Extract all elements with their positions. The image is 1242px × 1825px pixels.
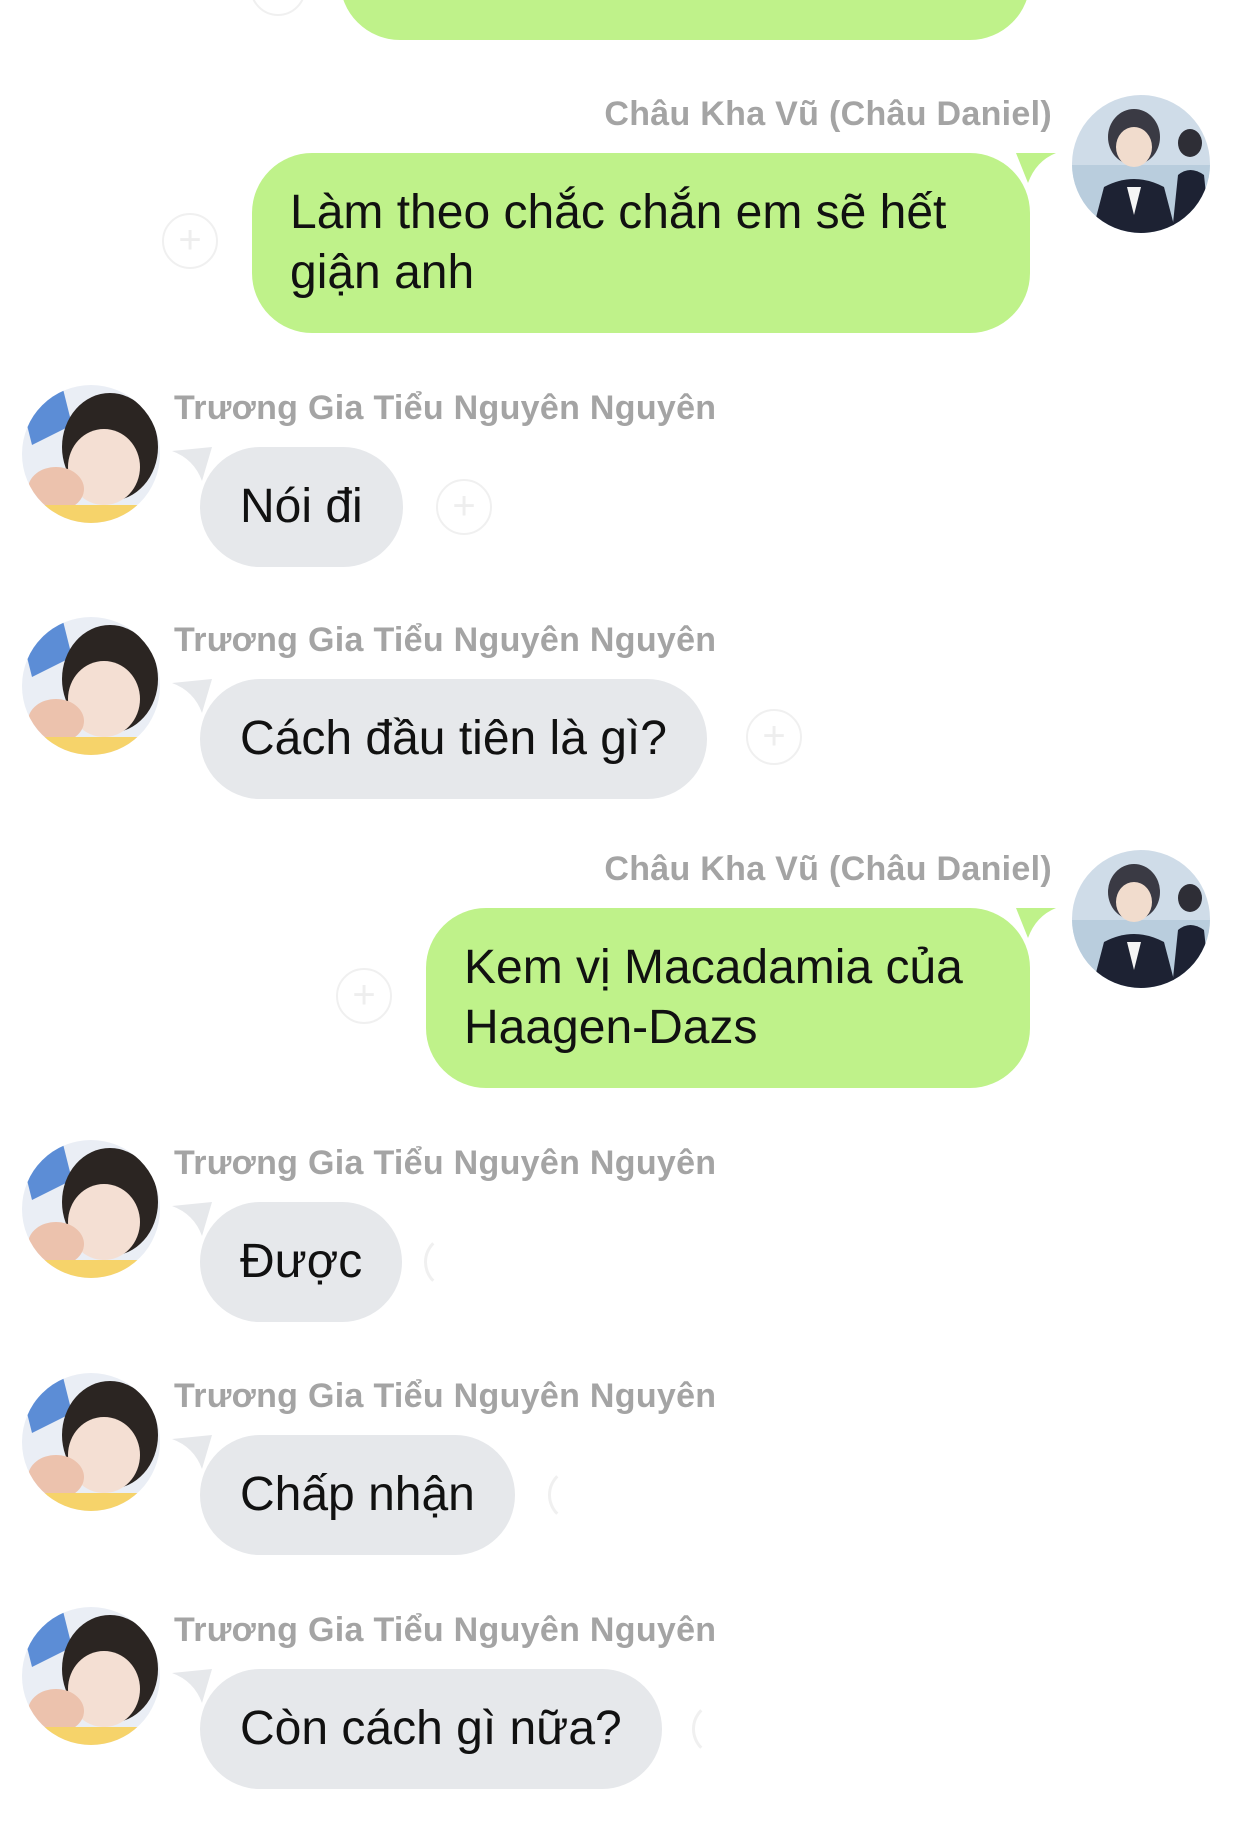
add-reaction-icon[interactable] xyxy=(250,0,306,16)
sender-name: Châu Kha Vũ (Châu Daniel) xyxy=(604,850,1052,888)
contact-avatar-icon[interactable] xyxy=(22,1140,160,1278)
sender-name: Trương Gia Tiểu Nguyên Nguyên xyxy=(174,1377,717,1415)
bubble-tail xyxy=(172,1669,212,1703)
add-reaction-icon[interactable]: + xyxy=(162,213,218,269)
contact-avatar-icon[interactable] xyxy=(22,617,160,755)
sender-name: Trương Gia Tiểu Nguyên Nguyên xyxy=(174,621,717,659)
bubble-tail xyxy=(172,447,212,481)
message-text: Làm theo chắc chắn em sẽ hết giận anh xyxy=(290,186,947,299)
message-bubble[interactable]: Được xyxy=(200,1202,403,1322)
add-reaction-icon[interactable]: + xyxy=(746,709,802,765)
bubble-tail xyxy=(1016,908,1056,938)
add-reaction-icon[interactable]: + xyxy=(336,968,392,1024)
sender-name: Trương Gia Tiểu Nguyên Nguyên xyxy=(174,1144,717,1182)
message-bubble[interactable]: Chấp nhận xyxy=(200,1435,515,1555)
add-reaction-icon[interactable] xyxy=(548,1467,604,1523)
bubble-tail xyxy=(172,1202,212,1236)
chat-thread[interactable]: Châu Kha Vũ (Châu Daniel) Làm theo chắc … xyxy=(0,0,1242,1825)
sender-name: Trương Gia Tiểu Nguyên Nguyên xyxy=(174,1611,717,1649)
message-bubble[interactable]: Kem vị Macadamia của Haagen-Dazs xyxy=(426,908,1030,1088)
message-text: Nói đi xyxy=(240,480,363,533)
add-reaction-icon[interactable]: + xyxy=(436,479,492,535)
message-bubble[interactable]: Nói đi xyxy=(200,447,403,567)
contact-avatar-icon[interactable] xyxy=(22,385,160,523)
contact-avatar-icon[interactable] xyxy=(22,1607,160,1745)
user-avatar-icon[interactable] xyxy=(1072,95,1210,233)
bubble-tail xyxy=(172,1435,212,1469)
contact-avatar-icon[interactable] xyxy=(22,1373,160,1511)
message-text: Chấp nhận xyxy=(240,1468,475,1521)
message-bubble-partial[interactable] xyxy=(340,0,1030,40)
message-text: Còn cách gì nữa? xyxy=(240,1702,622,1755)
sender-name: Châu Kha Vũ (Châu Daniel) xyxy=(604,95,1052,133)
message-bubble[interactable]: Còn cách gì nữa? xyxy=(200,1669,662,1789)
bubble-tail xyxy=(1016,153,1056,183)
add-reaction-icon[interactable] xyxy=(424,1234,480,1290)
message-text: Kem vị Macadamia của Haagen-Dazs xyxy=(464,941,963,1054)
user-avatar-icon[interactable] xyxy=(1072,850,1210,988)
add-reaction-icon[interactable] xyxy=(692,1701,748,1757)
message-text: Cách đầu tiên là gì? xyxy=(240,712,667,765)
message-bubble[interactable]: Làm theo chắc chắn em sẽ hết giận anh xyxy=(252,153,1030,333)
bubble-tail xyxy=(172,679,212,713)
message-bubble[interactable]: Cách đầu tiên là gì? xyxy=(200,679,707,799)
sender-name: Trương Gia Tiểu Nguyên Nguyên xyxy=(174,389,717,427)
message-text: Được xyxy=(240,1235,363,1288)
